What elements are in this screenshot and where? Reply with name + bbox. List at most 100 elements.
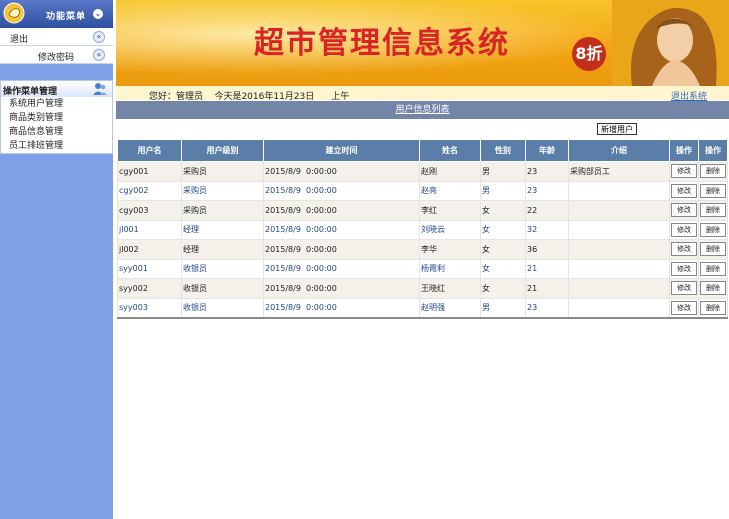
cell-username: syy001 <box>117 258 182 279</box>
cell-age: 23 <box>525 161 569 182</box>
cell-name: 赵亮 <box>419 180 481 201</box>
cell-created: 2015/8/9 0:00:00 <box>263 180 420 201</box>
cell-age: 36 <box>525 239 569 260</box>
delete-button[interactable]: 删除 <box>700 183 726 198</box>
model-photo <box>612 0 729 86</box>
col-header-age[interactable]: 年龄 <box>525 139 569 162</box>
cell-gender: 男 <box>480 161 526 182</box>
cell-age: 23 <box>525 297 569 319</box>
system-title: 超市管理信息系统 <box>254 26 510 61</box>
table-row: syy001 收银员 2015/8/9 0:00:00 杨霞利 女 21 修改 … <box>117 258 728 279</box>
function-menu-title: 功能菜单 <box>46 12 87 22</box>
cell-username: cgy001 <box>117 161 182 182</box>
edit-button[interactable]: 修改 <box>671 164 697 179</box>
cell-delete: 删除 <box>698 219 728 240</box>
cell-level: 采购员 <box>181 180 264 201</box>
cell-gender: 女 <box>480 239 526 260</box>
cell-edit: 修改 <box>669 239 699 260</box>
cell-created: 2015/8/9 0:00:00 <box>263 297 420 319</box>
cell-delete: 删除 <box>698 278 728 299</box>
col-header-gender[interactable]: 性别 <box>480 139 526 162</box>
cell-delete: 删除 <box>698 180 728 201</box>
col-header-created[interactable]: 建立时间 <box>263 139 420 162</box>
sidebar-item-product-info[interactable]: 商品信息管理 <box>1 125 112 139</box>
double-chevron-icon[interactable]: « <box>93 31 105 43</box>
cell-username: jl001 <box>117 219 182 240</box>
edit-button[interactable]: 修改 <box>671 300 697 315</box>
info-bar: 您好：管理员 今天是2016年11月23日 上午 退出系统 <box>116 86 729 102</box>
table-row: syy002 收银员 2015/8/9 0:00:00 王晓红 女 21 修改 … <box>117 278 728 299</box>
cell-age: 32 <box>525 219 569 240</box>
add-user-button[interactable]: 新增用户 <box>597 123 637 135</box>
double-chevron-icon[interactable]: « <box>93 49 105 61</box>
list-caption-bar: 用户信息列表 <box>116 101 729 119</box>
cell-intro <box>568 258 670 279</box>
edit-button[interactable]: 修改 <box>671 242 697 257</box>
edit-button[interactable]: 修改 <box>671 261 697 276</box>
cell-created: 2015/8/9 0:00:00 <box>263 219 420 240</box>
cell-name: 赵刚 <box>419 161 481 182</box>
sidebar-item-product-categories[interactable]: 商品类别管理 <box>1 111 112 125</box>
cell-age: 22 <box>525 200 569 221</box>
cell-created: 2015/8/9 0:00:00 <box>263 161 420 182</box>
user-list-title[interactable]: 用户信息列表 <box>395 105 449 115</box>
cell-created: 2015/8/9 0:00:00 <box>263 258 420 279</box>
delete-button[interactable]: 删除 <box>700 242 726 257</box>
col-header-name[interactable]: 姓名 <box>419 139 481 162</box>
cell-intro <box>568 239 670 260</box>
cell-intro <box>568 297 670 319</box>
cell-gender: 女 <box>480 278 526 299</box>
cell-intro <box>568 219 670 240</box>
cell-name: 李红 <box>419 200 481 221</box>
exit-menu-item[interactable]: 退出 « <box>0 28 113 46</box>
delete-button[interactable]: 删除 <box>700 261 726 276</box>
users-icon <box>93 83 107 95</box>
change-password-menu-item[interactable]: 修改密码 « <box>0 46 113 64</box>
cell-level: 收银员 <box>181 278 264 299</box>
delete-button[interactable]: 删除 <box>700 281 726 296</box>
cell-level: 收银员 <box>181 258 264 279</box>
edit-button[interactable]: 修改 <box>671 183 697 198</box>
table-row: cgy003 采购员 2015/8/9 0:00:00 李红 女 22 修改 删… <box>117 200 728 221</box>
cell-delete: 删除 <box>698 239 728 260</box>
col-header-intro[interactable]: 介绍 <box>568 139 670 162</box>
cell-level: 收银员 <box>181 297 264 319</box>
col-header-username[interactable]: 用户名 <box>117 139 182 162</box>
cell-delete: 删除 <box>698 161 728 182</box>
cell-edit: 修改 <box>669 161 699 182</box>
delete-button[interactable]: 删除 <box>700 203 726 218</box>
cell-intro: 采购部员工 <box>568 161 670 182</box>
cell-age: 21 <box>525 278 569 299</box>
operations-menu-header[interactable]: 操作菜单管理 <box>1 81 112 97</box>
delete-button[interactable]: 删除 <box>700 164 726 179</box>
sidebar-item-staff-schedule[interactable]: 员工排班管理 <box>1 139 112 153</box>
change-password-label: 修改密码 <box>38 53 75 63</box>
edit-button[interactable]: 修改 <box>671 203 697 218</box>
sidebar-item-system-users[interactable]: 系统用户管理 <box>1 97 112 111</box>
cell-intro <box>568 200 670 221</box>
col-header-level[interactable]: 用户级别 <box>181 139 264 162</box>
cell-name: 李华 <box>419 239 481 260</box>
col-header-delete: 操作 <box>698 139 728 162</box>
cell-edit: 修改 <box>669 258 699 279</box>
function-menu-header: 功能菜单 ⌄ <box>0 0 113 28</box>
edit-button[interactable]: 修改 <box>671 222 697 237</box>
cell-gender: 男 <box>480 297 526 319</box>
operations-menu: 操作菜单管理 系统用户管理 商品类别管理 商品信息管理 员工排班管理 <box>0 80 113 154</box>
delete-button[interactable]: 删除 <box>700 222 726 237</box>
cell-edit: 修改 <box>669 180 699 201</box>
cell-intro <box>568 278 670 299</box>
cell-gender: 女 <box>480 258 526 279</box>
collapse-menu-icon[interactable]: ⌄ <box>93 9 103 19</box>
cell-username: jl002 <box>117 239 182 260</box>
cell-created: 2015/8/9 0:00:00 <box>263 200 420 221</box>
exit-label: 退出 <box>10 35 29 45</box>
cell-level: 采购员 <box>181 161 264 182</box>
operations-menu-title: 操作菜单管理 <box>3 87 58 97</box>
cell-delete: 删除 <box>698 200 728 221</box>
delete-button[interactable]: 删除 <box>700 300 726 315</box>
col-header-edit: 操作 <box>669 139 699 162</box>
cell-gender: 男 <box>480 180 526 201</box>
cell-level: 采购员 <box>181 200 264 221</box>
edit-button[interactable]: 修改 <box>671 281 697 296</box>
